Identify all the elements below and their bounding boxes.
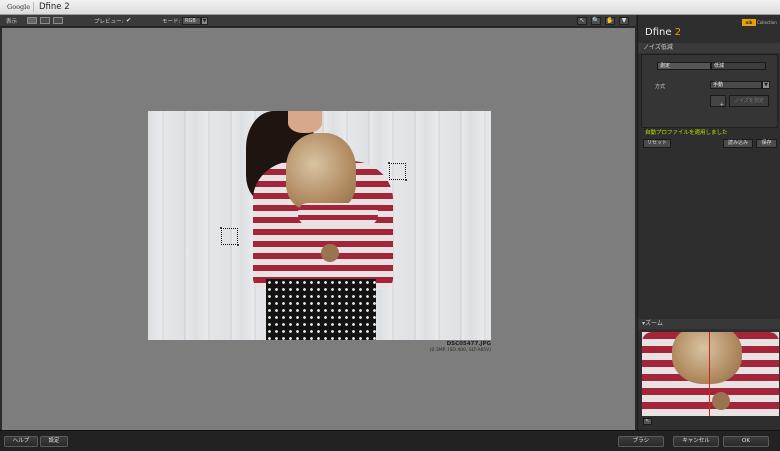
zoom-preview[interactable]	[642, 332, 779, 416]
chevron-down-icon[interactable]: ▼	[201, 17, 208, 25]
preview-checkbox[interactable]: ✔	[126, 17, 131, 24]
noise-measure-rect[interactable]	[220, 227, 239, 246]
control-panel: nik Collection Dfine 2 ノイズ低減 測定 低減 方式 手動…	[637, 15, 780, 430]
zoom-header[interactable]: ▾ズーム	[638, 319, 780, 329]
single-view-button[interactable]	[27, 17, 37, 24]
help-button[interactable]: ヘルプ	[4, 436, 38, 447]
photo-pom	[321, 244, 339, 262]
mode-select[interactable]: RGB	[182, 17, 201, 25]
photo-face	[288, 111, 322, 133]
footer-bar: ヘルプ 設定 ブラシ キャンセル OK	[0, 430, 780, 451]
mode-label: モード:	[162, 19, 181, 25]
chevron-down-icon[interactable]: ▼	[762, 81, 770, 89]
noise-measure-rect[interactable]	[388, 162, 407, 181]
main-toolbar: 表示 プレビュー: ✔ モード: RGB ▼ ↖ 🔍 ✋ ▼	[0, 15, 636, 27]
measure-noise-button[interactable]: ノイズを測定	[729, 95, 769, 107]
more-tools-icon[interactable]: ▼	[619, 17, 629, 25]
zoom-icon[interactable]: 🔍	[591, 17, 601, 25]
nik-collection-label: Collection	[757, 20, 777, 25]
settings-button[interactable]: 設定	[40, 436, 68, 447]
zoom-bear	[672, 332, 742, 384]
preview-label: プレビュー:	[94, 19, 124, 25]
tab-reduce[interactable]: 低減	[711, 62, 766, 70]
zoom-pointer-icon[interactable]: ↖	[643, 418, 652, 425]
panel-title-text: Dfine	[645, 27, 672, 38]
nik-logo: nik	[742, 19, 756, 26]
reset-button[interactable]: リセット	[643, 139, 671, 148]
add-rect-button[interactable]: +	[710, 95, 726, 108]
brush-button[interactable]: ブラシ	[618, 436, 664, 447]
save-button[interactable]: 保存	[756, 139, 777, 148]
auto-profile-status: 自動プロファイルを適用しました	[645, 130, 728, 136]
photo-arm	[298, 203, 378, 225]
method-label: 方式	[655, 84, 666, 90]
method-select[interactable]: 手動	[710, 81, 762, 89]
tab-measure[interactable]: 測定	[657, 62, 711, 70]
preview-canvas[interactable]: DSC05477.JPG (0.3MP, ISO 400, SLT-A65V)	[2, 28, 635, 430]
panel-title: Dfine 2	[645, 27, 681, 38]
noise-reduction-section: 測定 低減 方式 手動 ▼ + ノイズを測定	[641, 54, 778, 128]
photo-pants	[266, 279, 376, 340]
window-titlebar: Google Dfine 2	[0, 0, 780, 15]
side-by-side-view-button[interactable]	[53, 17, 63, 24]
panel-title-number: 2	[674, 27, 682, 38]
split-view-button[interactable]	[40, 17, 50, 24]
preview-image[interactable]	[148, 111, 491, 340]
zoom-split-line[interactable]	[709, 332, 710, 416]
ok-button[interactable]: OK	[723, 436, 769, 447]
pointer-icon[interactable]: ↖	[577, 17, 587, 25]
view-label: 表示	[6, 19, 18, 25]
photo-bear	[286, 133, 356, 211]
app-title: Dfine 2	[33, 2, 70, 12]
cancel-button[interactable]: キャンセル	[673, 436, 719, 447]
google-brand: Google	[7, 3, 31, 11]
file-name: DSC05477.JPG	[446, 341, 491, 347]
hand-icon[interactable]: ✋	[605, 17, 615, 25]
noise-reduction-header[interactable]: ノイズ低減	[638, 43, 780, 53]
zoom-pom	[712, 392, 730, 410]
load-button[interactable]: 読み込み	[723, 139, 753, 148]
file-info: (0.3MP, ISO 400, SLT-A65V)	[429, 348, 491, 353]
